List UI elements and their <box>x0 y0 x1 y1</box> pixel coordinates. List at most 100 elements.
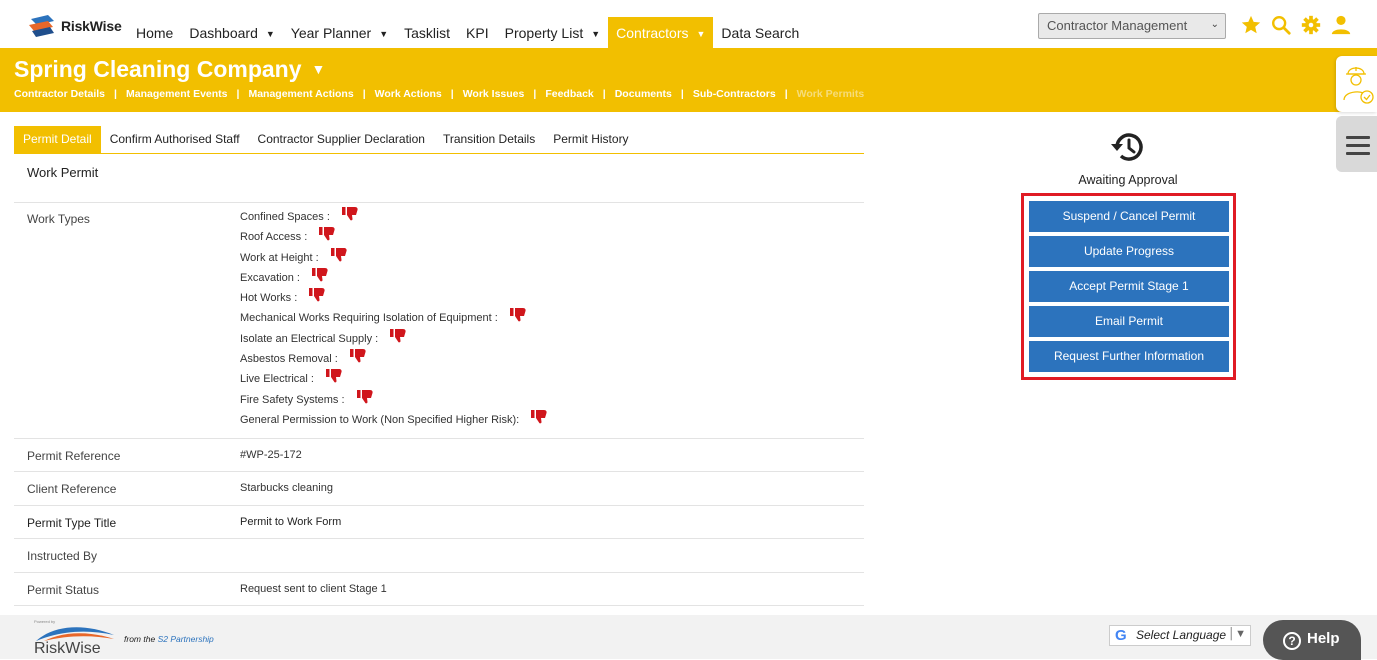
update-progress-button[interactable]: Update Progress <box>1029 236 1229 267</box>
subnav-contractor-details[interactable]: Contractor Details <box>14 88 105 100</box>
footer: Powered by RiskWise from the S2 Partners… <box>0 615 1377 660</box>
caret-down-icon: ▼ <box>311 61 326 77</box>
nav-item-year-planner[interactable]: Year Planner ▼ <box>283 17 396 48</box>
company-name: Spring Cleaning Company <box>14 56 302 82</box>
subnav-documents[interactable]: Documents <box>615 88 672 100</box>
subnav-feedback[interactable]: Feedback <box>545 88 593 100</box>
main-nav: Home Dashboard ▼ Year Planner ▼ Tasklist KPI Pr… <box>128 17 807 48</box>
work-type-item: Hot Works : <box>240 288 547 312</box>
work-type-item: Asbestos Removal : <box>240 349 547 373</box>
subnav-work-permits[interactable]: Work Permits <box>797 88 865 100</box>
work-type-item: Fire Safety Systems : <box>240 389 547 414</box>
work-type-item: Confined Spaces : <box>240 207 547 231</box>
menu-toggle-button[interactable] <box>1336 116 1377 172</box>
tab-permit-history[interactable]: Permit History <box>544 126 637 153</box>
tab-transition-details[interactable]: Transition Details <box>434 126 544 153</box>
work-type-item: Roof Access : <box>240 227 547 251</box>
partnership-text: S2 Partnership <box>157 634 214 644</box>
work-type-label: General Permission to Work (Non Specifie… <box>240 413 520 426</box>
footer-logo-text: RiskWise <box>34 640 101 657</box>
thumbs-down-icon <box>330 247 347 262</box>
subnav-separator: | <box>602 88 606 100</box>
riskwise-logo-icon <box>28 13 56 39</box>
nav-item-tasklist[interactable]: Tasklist <box>396 17 458 48</box>
help-label: Help <box>1307 630 1340 647</box>
field-row-permit-type-title: Permit Type Title Permit to Work Form <box>14 505 864 539</box>
caret-down-icon: │▼ <box>1228 628 1246 640</box>
history-icon <box>1109 128 1147 166</box>
field-row-permit-status: Permit Status Request sent to client Stag… <box>14 572 864 606</box>
nav-item-dashboard[interactable]: Dashboard ▼ <box>181 17 282 48</box>
help-button[interactable]: ? Help <box>1263 620 1361 660</box>
request-further-information-button[interactable]: Request Further Information <box>1029 341 1229 372</box>
contractor-subnav: Contractor Details | Management Events | Man… <box>14 88 864 100</box>
language-select-label: Select Language <box>1136 628 1227 642</box>
accept-permit-stage-1-button[interactable]: Accept Permit Stage 1 <box>1029 271 1229 302</box>
nav-item-kpi[interactable]: KPI <box>458 17 497 48</box>
thumbs-down-icon <box>309 288 325 302</box>
search-icon[interactable] <box>1270 14 1292 36</box>
subnav-management-events[interactable]: Management Events <box>126 88 228 100</box>
field-label: Permit Type Title <box>27 516 117 530</box>
subnav-sub-contractors[interactable]: Sub-Contractors <box>693 88 776 100</box>
contractor-panel-button[interactable] <box>1336 56 1377 112</box>
nav-item-property-list[interactable]: Property List ▼ <box>497 17 609 48</box>
subnav-separator: | <box>236 88 240 100</box>
subnav-management-actions[interactable]: Management Actions <box>248 88 353 100</box>
caret-down-icon: ▼ <box>591 29 601 39</box>
riskwise-logo[interactable]: RiskWise <box>28 12 122 40</box>
tab-contractor-supplier-declaration[interactable]: Contractor Supplier Declaration <box>249 126 434 153</box>
subnav-work-actions[interactable]: Work Actions <box>375 88 442 100</box>
top-navigation-bar: RiskWise Home Dashboard ▼ Year Planner ▼ Task… <box>0 0 1377 48</box>
field-row-instructed-by: Instructed By <box>14 538 864 572</box>
work-type-label: Asbestos Removal : <box>240 353 338 366</box>
field-value: Starbucks cleaning <box>240 482 333 494</box>
nav-item-label: Year Planner <box>290 25 372 41</box>
tab-confirm-authorised-staff[interactable]: Confirm Authorised Staff <box>101 126 249 153</box>
nav-item-label: Data Search <box>721 25 800 41</box>
nav-item-home[interactable]: Home <box>128 17 181 48</box>
module-select[interactable]: Contractor Management ⌄ <box>1038 13 1226 39</box>
star-icon[interactable] <box>1240 14 1262 36</box>
work-type-label: Confined Spaces : <box>240 211 330 223</box>
field-value: Permit to Work Form <box>240 516 342 528</box>
table-bottom-border <box>14 605 864 606</box>
thumbs-down-icon <box>319 227 335 241</box>
from-partnership-text: from the S2 Partnership <box>124 634 214 644</box>
nav-item-contractors[interactable]: Contractors ▼ <box>608 17 714 48</box>
thumbs-down-icon <box>356 389 373 404</box>
subnav-separator: | <box>114 88 117 100</box>
help-question-icon: ? <box>1283 632 1301 650</box>
work-types-list: Confined Spaces : Roof Access : Work at He… <box>240 207 547 434</box>
suspend-cancel-permit-button[interactable]: Suspend / Cancel Permit <box>1029 201 1229 232</box>
gear-icon[interactable] <box>1300 14 1322 36</box>
subnav-separator: | <box>680 88 684 100</box>
work-type-label: Excavation : <box>240 271 300 284</box>
permit-status-text: Awaiting Approval <box>1078 173 1178 187</box>
contractor-worker-icon <box>1343 67 1374 104</box>
from-text: from the <box>124 634 156 644</box>
nav-item-data-search[interactable]: Data Search <box>713 17 807 48</box>
field-label: Client Reference <box>27 482 117 496</box>
caret-down-icon: ▼ <box>265 29 275 39</box>
field-label: Permit Status <box>27 583 100 597</box>
hamburger-icon <box>1346 136 1370 160</box>
work-type-label: Hot Works : <box>240 292 298 305</box>
work-type-item: Excavation : <box>240 267 547 292</box>
company-name-dropdown[interactable]: Spring Cleaning Company ▼ <box>14 56 325 83</box>
work-type-item: Isolate an Electrical Supply : <box>240 328 547 353</box>
work-type-label: Roof Access : <box>240 231 308 244</box>
chevron-down-icon: ⌄ <box>1210 19 1219 30</box>
thumbs-down-icon <box>509 308 526 322</box>
subnav-separator: | <box>450 88 454 100</box>
language-select[interactable]: G Select Language │▼ <box>1109 625 1251 646</box>
email-permit-button[interactable]: Email Permit <box>1029 306 1229 337</box>
thumbs-down-icon <box>349 349 366 363</box>
field-value: Request sent to client Stage 1 <box>240 583 387 595</box>
work-type-label: Fire Safety Systems : <box>240 393 345 406</box>
tab-permit-detail[interactable]: Permit Detail <box>14 126 101 153</box>
subnav-work-issues[interactable]: Work Issues <box>463 88 525 100</box>
work-type-label: Isolate an Electrical Supply : <box>240 332 379 345</box>
user-icon[interactable] <box>1330 14 1352 36</box>
field-value: #WP-25-172 <box>240 449 302 461</box>
